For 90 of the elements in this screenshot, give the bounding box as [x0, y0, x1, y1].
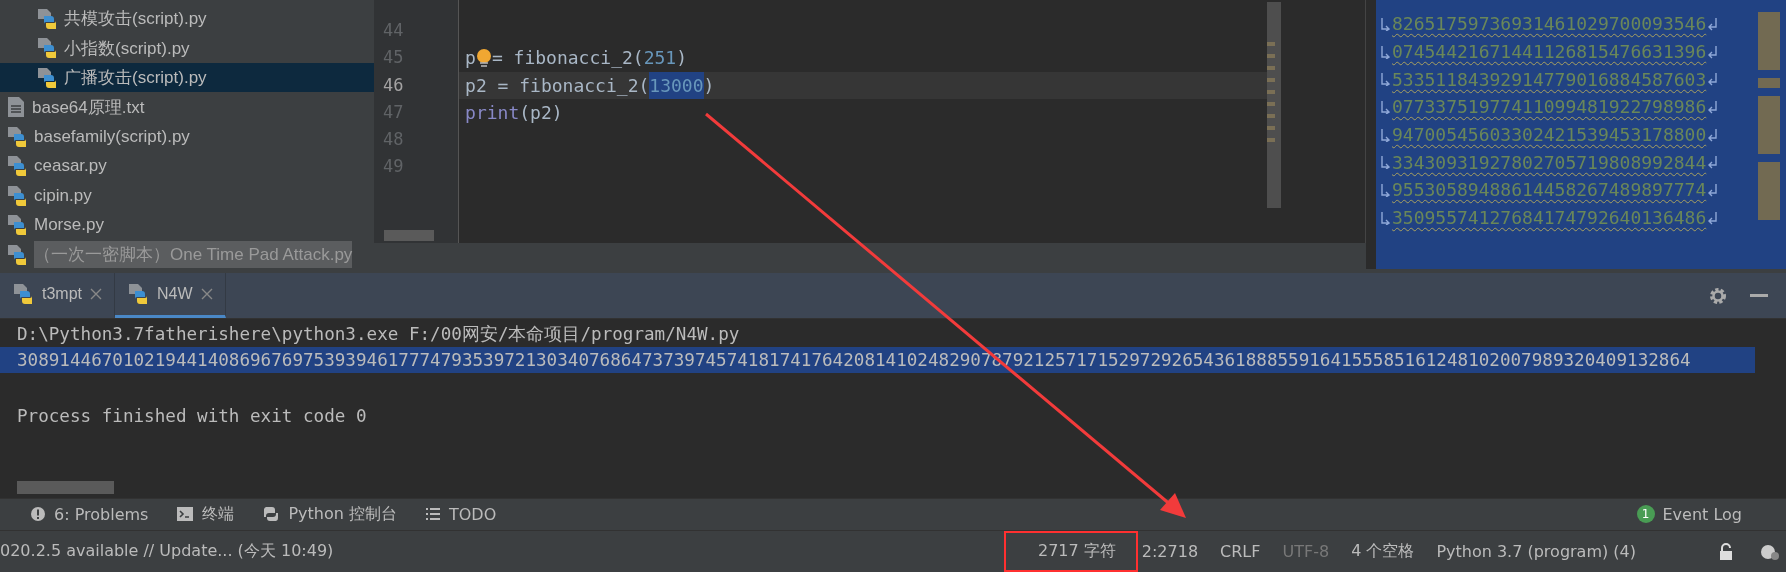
scrollbar-thumb[interactable]	[384, 230, 435, 241]
status-item[interactable]: 2717 字符	[1003, 531, 1138, 572]
wrap-icon	[1380, 72, 1390, 87]
file-tree-item[interactable]: base64原理.txt	[0, 92, 375, 122]
wrap-icon	[1380, 16, 1390, 31]
file-tree-item[interactable]: ceasar.py	[0, 151, 375, 181]
file-name: 广播攻击(script).py	[64, 67, 207, 90]
status-item[interactable]: 2:2718	[1141, 542, 1199, 561]
number-line: 95530589488614458267489897774	[1392, 179, 1707, 201]
line-number: 46	[382, 73, 405, 97]
python-file-icon	[6, 243, 28, 266]
python-icon	[262, 505, 281, 524]
file-name: （一次一密脚本）One Time Pad Attack.py	[34, 241, 353, 269]
terminal-icon	[176, 506, 195, 523]
close-icon[interactable]	[200, 288, 213, 301]
number-line: 53351184392914779016884587603	[1392, 68, 1707, 90]
list-icon	[424, 507, 441, 522]
file-name: basefamily(script).py	[34, 126, 190, 147]
settings-icon[interactable]	[1708, 285, 1728, 306]
python-file-icon	[6, 184, 28, 207]
scrollbar-thumb[interactable]	[17, 480, 114, 494]
wrap-icon	[1708, 210, 1719, 225]
file-tree-item[interactable]: 共模攻击(script).py	[0, 4, 375, 34]
number-line: 07733751977411099481922798986	[1392, 96, 1707, 118]
tab-label: t3mpt	[42, 285, 82, 304]
file-name: ceasar.py	[34, 156, 107, 177]
wrap-icon	[1708, 16, 1719, 31]
python-file-icon	[36, 37, 58, 60]
number-line: 35095574127684174792640136486	[1392, 207, 1707, 229]
inspector-icon[interactable]	[1760, 542, 1780, 561]
tool-window-button[interactable]: Python 控制台	[262, 503, 397, 525]
output-line: D:\Python3.7fatherishere\python3.exe F:/00网安/本命项目/program/N4W.py	[16, 323, 741, 347]
file-tree-item[interactable]: Morse.py	[0, 210, 375, 240]
number-line: 07454421671441126815476631396	[1392, 41, 1707, 63]
wrap-icon	[1380, 210, 1390, 225]
lock-icon[interactable]	[1718, 542, 1734, 561]
wrap-icon	[1708, 72, 1719, 87]
wrap-icon	[1708, 127, 1719, 142]
python-file-icon	[127, 283, 149, 306]
file-tree-item[interactable]: cipin.py	[0, 180, 375, 211]
code-line: p = fibonacci_2(251)	[464, 46, 688, 71]
wrap-icon	[1380, 127, 1390, 142]
status-item[interactable]: 4 个空格	[1351, 541, 1415, 562]
warning-icon	[30, 506, 46, 523]
python-file-icon	[12, 283, 34, 306]
scroll-marker	[1758, 78, 1780, 88]
minimize-icon[interactable]	[1750, 293, 1768, 298]
tool-window-button[interactable]: 终端	[176, 503, 235, 525]
python-file-icon	[6, 155, 28, 178]
number-line: 82651759736931461029700093546	[1392, 13, 1707, 35]
close-icon[interactable]	[90, 288, 102, 301]
wrap-icon	[1380, 99, 1390, 114]
status-item[interactable]: CRLF	[1220, 542, 1261, 561]
wrap-icon	[1708, 182, 1719, 197]
python-file-icon	[6, 125, 28, 148]
wrap-icon	[1380, 44, 1390, 59]
file-name: Morse.py	[34, 215, 104, 236]
scroll-marker	[1758, 162, 1780, 220]
scroll-marker	[1758, 12, 1780, 70]
python-file-icon	[36, 66, 58, 89]
text-file-icon	[6, 96, 26, 119]
update-message[interactable]: 020.2.5 available // Update... (今天 10:49)	[0, 541, 334, 562]
tab-label: N4W	[157, 285, 193, 304]
wrap-icon	[1708, 99, 1719, 114]
event-log-button[interactable]: 1 Event Log	[1636, 504, 1742, 524]
number-line: 33430931927802705719808992844	[1392, 151, 1707, 173]
scrollbar[interactable]	[1267, 2, 1282, 208]
wrap-icon	[1708, 44, 1719, 59]
python-file-icon	[6, 214, 28, 237]
tool-window-button[interactable]: TODO	[424, 504, 497, 524]
python-file-icon	[36, 7, 58, 30]
lightbulb-icon[interactable]	[475, 47, 492, 68]
code-line: print(p2)	[464, 100, 564, 125]
file-tree-item[interactable]: 小指数(script).py	[0, 33, 375, 63]
file-name: 小指数(script).py	[64, 37, 190, 60]
file-name: base64原理.txt	[32, 96, 145, 119]
status-item[interactable]: Python 3.7 (program) (4)	[1436, 542, 1636, 561]
scroll-marker	[1758, 96, 1780, 154]
file-tree-item[interactable]: 广播攻击(script).py	[0, 62, 375, 93]
count-badge: 1	[1636, 505, 1655, 524]
file-name: cipin.py	[34, 185, 92, 206]
output-line: Process finished with exit code 0	[16, 405, 368, 429]
tool-window-button[interactable]: 6: Problems	[30, 504, 149, 524]
number-line: 94700545603302421539453178800	[1392, 124, 1707, 146]
wrap-icon	[1708, 155, 1719, 170]
run-tab[interactable]: t3mpt	[0, 273, 115, 319]
file-tree-item[interactable]: basefamily(script).py	[0, 121, 375, 152]
file-name: 共模攻击(script).py	[64, 8, 207, 31]
wrap-icon	[1380, 182, 1390, 197]
wrap-icon	[1380, 155, 1390, 170]
